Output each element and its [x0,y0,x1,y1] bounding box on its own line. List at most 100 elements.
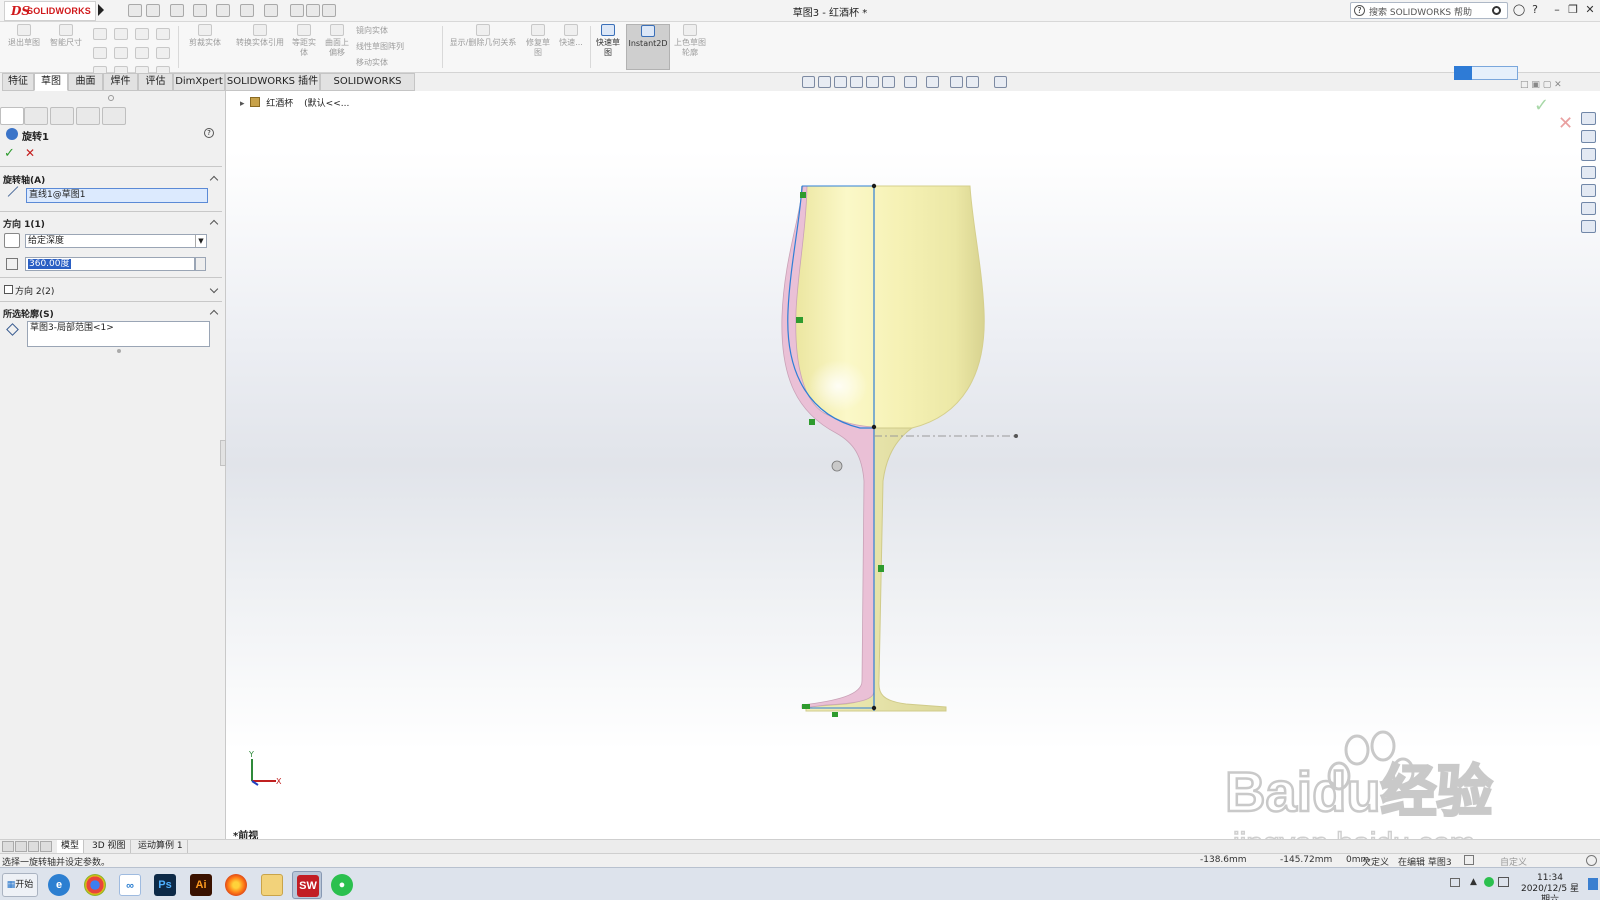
zoom-to-area-icon[interactable] [818,76,831,88]
tab-mbd[interactable]: SOLIDWORKS MBD [320,73,415,103]
taskbar-app-explorer[interactable] [257,871,287,899]
expand-arrow-icon[interactable]: ▸ [240,99,245,109]
text-icon[interactable] [156,28,170,40]
clock[interactable]: 11:34 2020/12/5 星期六 [1520,873,1580,900]
expand-chevron-icon[interactable] [209,284,219,294]
trim-entities-button[interactable]: 剪裁实体 [182,24,228,48]
network-tray-icon[interactable] [1498,877,1509,887]
point-icon[interactable] [156,47,170,59]
tray-expand-icon[interactable]: ▲ [1470,877,1477,887]
solidworks-forum-icon[interactable] [1581,220,1596,233]
tab-surfaces[interactable]: 曲面 [68,73,103,91]
axis-selection-field[interactable]: 直线1@草图1 [26,188,208,203]
user-icon[interactable]: ◯ [1512,3,1526,17]
dynamic-annotation-icon[interactable] [866,76,879,88]
sketch-point[interactable] [871,705,877,711]
exit-sketch-button[interactable]: 退出草图 [4,24,44,48]
tab-sketch[interactable]: 草图 [34,73,68,91]
help-search-input[interactable]: ? 搜索 SOLIDWORKS 帮助 [1350,2,1508,19]
relations-button[interactable]: 显示/删除几何关系 [446,24,520,48]
appearances-icon[interactable] [1581,184,1596,197]
collapse-chevron-icon[interactable] [209,309,219,319]
taskbar-app-illustrator[interactable]: Ai [186,871,216,899]
save-icon[interactable] [193,4,207,17]
tab-model[interactable]: 模型 [57,840,85,853]
new-document-icon[interactable] [146,4,160,17]
construction-endpoint[interactable] [1014,434,1018,438]
relation-marker[interactable] [832,712,838,717]
taskbar-app-firefox[interactable] [221,871,251,899]
tab-addins[interactable]: SOLIDWORKS 插件 [225,73,320,91]
property-manager-tab-icon[interactable] [0,107,24,125]
panel-grip-icon[interactable] [108,95,114,101]
display-manager-tab-icon[interactable] [102,107,126,125]
help-status-icon[interactable] [1586,855,1597,866]
dropdown-arrow-icon[interactable]: ▼ [195,235,206,247]
move-entities-button[interactable]: 移动实体 [356,58,436,68]
taskbar-app-solidworks[interactable]: SW [292,871,322,899]
start-button[interactable]: ▦开始 [2,873,38,897]
instant2d-button[interactable]: Instant2D [626,24,670,70]
polygon-icon[interactable] [135,47,149,59]
cancel-x-icon[interactable]: ✕ [25,146,35,160]
wechat-tray-icon[interactable] [1484,877,1494,887]
tab-weldments[interactable]: 焊件 [103,73,138,91]
relation-marker[interactable] [800,192,806,198]
quick-snaps-button[interactable]: 快速... [556,24,586,48]
feature-tree-tab-icon[interactable] [24,107,48,125]
sketch-entities-group[interactable] [90,28,176,78]
configuration-tab-icon[interactable] [50,107,74,125]
help-icon[interactable]: ? [1528,3,1542,17]
search-icon[interactable] [1492,6,1501,15]
hide-show-items-icon[interactable] [926,76,939,88]
rebuild-icon[interactable] [290,4,304,17]
section-view-icon[interactable] [850,76,863,88]
viewport-window-controls[interactable]: □ ▣ ▢ ✕ [1520,80,1562,90]
contours-header[interactable]: 所选轮廓(S) [3,307,54,320]
rebuild-status-icon[interactable] [1464,855,1474,865]
minimize-button[interactable]: – [1550,3,1564,17]
direction2-checkbox[interactable] [4,285,13,294]
end-condition-select[interactable]: 给定深度 [25,234,207,248]
tab-3d-views[interactable]: 3D 视图 [88,840,131,853]
taskbar-app-wechat[interactable]: ● [327,871,357,899]
rectangle-icon[interactable] [93,47,107,59]
direction2-header[interactable]: 方向 2(2) [15,284,54,297]
close-button[interactable]: ✕ [1583,3,1597,17]
offset-entities-button[interactable]: 等距实体 [290,24,318,58]
relation-marker[interactable] [802,704,810,709]
file-properties-icon[interactable] [306,4,320,17]
sketch-point[interactable] [871,183,877,189]
collapse-chevron-icon[interactable] [209,219,219,229]
open-icon[interactable] [170,4,184,17]
solidworks-logo[interactable]: DS SOLIDWORKS [4,1,96,21]
keyboard-tray-icon[interactable] [1450,878,1460,887]
restore-button[interactable]: ❐ [1566,3,1580,17]
help-icon[interactable]: ? [204,128,214,138]
collapse-chevron-icon[interactable] [209,175,219,185]
design-library-icon[interactable] [1581,130,1596,143]
tab-scroll-buttons[interactable] [2,841,52,852]
taskbar-app-browser[interactable]: e [44,871,74,899]
dimxpert-tab-icon[interactable] [76,107,100,125]
taskbar-app-chrome[interactable] [80,871,110,899]
axis-section-header[interactable]: 旋转轴(A) [3,173,45,186]
display-style-icon[interactable] [904,76,917,88]
reverse-direction-icon[interactable] [4,233,20,248]
linear-pattern-button[interactable]: 线性草图阵列 [356,42,436,52]
select-icon[interactable] [264,4,278,17]
menu-expand-icon[interactable] [98,4,104,16]
resize-grip-icon[interactable] [117,349,121,353]
glass-stem-and-base[interactable] [805,427,947,712]
view-palette-icon[interactable] [1581,166,1596,179]
previous-view-icon[interactable] [834,76,847,88]
arc-icon[interactable] [114,47,128,59]
solidworks-resources-icon[interactable] [1581,112,1596,125]
relation-marker[interactable] [809,419,815,425]
wine-glass-model[interactable]: X Y [226,91,1600,839]
apply-scene-icon[interactable] [966,76,979,88]
repair-sketch-button[interactable]: 修复草图 [524,24,552,58]
line-icon[interactable] [93,28,107,40]
zoom-to-fit-icon[interactable] [802,76,815,88]
home-icon[interactable] [128,4,142,17]
